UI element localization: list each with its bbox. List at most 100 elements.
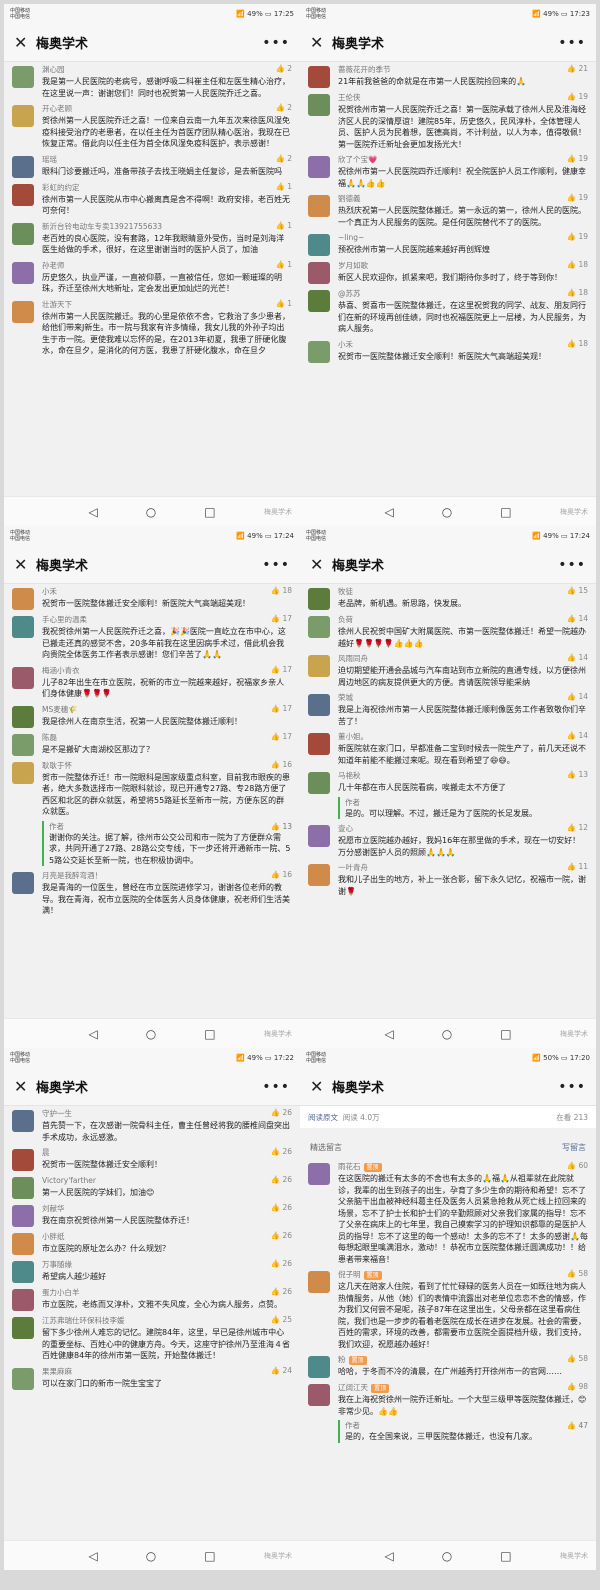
like-button[interactable]: 👍 19 — [567, 92, 588, 101]
avatar[interactable] — [12, 705, 34, 728]
avatar[interactable] — [308, 825, 330, 847]
like-button[interactable]: 👍 24 — [271, 1366, 292, 1375]
more-icon[interactable]: ••• — [558, 35, 586, 51]
avatar[interactable] — [308, 262, 330, 284]
avatar[interactable] — [308, 1356, 330, 1378]
more-icon[interactable]: ••• — [262, 35, 290, 51]
avatar[interactable] — [308, 694, 330, 716]
like-button[interactable]: 👍 17 — [271, 704, 292, 713]
avatar[interactable] — [12, 300, 34, 323]
like-button[interactable]: 👍 18 — [567, 288, 588, 297]
like-button[interactable]: 👍 26 — [271, 1231, 292, 1240]
like-button[interactable]: 👍 26 — [271, 1203, 292, 1212]
home-nav-icon[interactable]: ○ — [146, 1549, 156, 1563]
avatar[interactable] — [308, 733, 330, 755]
home-nav-icon[interactable]: ○ — [146, 505, 156, 519]
back-nav-icon[interactable]: ◁ — [384, 505, 393, 519]
like-button[interactable]: 👍 2 — [275, 103, 292, 112]
avatar[interactable] — [12, 761, 34, 784]
avatar[interactable] — [308, 94, 330, 116]
avatar[interactable] — [308, 234, 330, 256]
home-nav-icon[interactable]: ○ — [442, 1549, 452, 1563]
like-button[interactable]: 👍 26 — [271, 1175, 292, 1184]
avatar[interactable] — [308, 864, 330, 886]
avatar[interactable] — [308, 616, 330, 638]
more-icon[interactable]: ••• — [558, 557, 586, 573]
avatar[interactable] — [12, 261, 34, 284]
like-button[interactable]: 👍 17 — [271, 665, 292, 674]
avatar[interactable] — [308, 156, 330, 178]
close-icon[interactable]: ✕ — [310, 1077, 332, 1096]
like-button[interactable]: 👍 16 — [271, 870, 292, 879]
watching-count[interactable]: 在看 213 — [556, 1112, 588, 1123]
avatar[interactable] — [12, 1110, 34, 1132]
avatar[interactable] — [12, 1205, 34, 1227]
close-icon[interactable]: ✕ — [14, 33, 36, 52]
avatar[interactable] — [308, 66, 330, 88]
like-button[interactable]: 👍 1 — [275, 260, 292, 269]
avatar[interactable] — [308, 1163, 330, 1185]
avatar[interactable] — [12, 1177, 34, 1199]
avatar[interactable] — [12, 1289, 34, 1311]
like-button[interactable]: 👍 18 — [271, 586, 292, 595]
like-button[interactable]: 👍 2 — [275, 64, 292, 73]
avatar[interactable] — [12, 588, 34, 610]
back-nav-icon[interactable]: ◁ — [384, 1027, 393, 1041]
home-nav-icon[interactable]: ○ — [146, 1027, 156, 1041]
home-nav-icon[interactable]: ○ — [442, 1027, 452, 1041]
like-button[interactable]: 👍 1 — [275, 182, 292, 191]
like-button[interactable]: 👍 26 — [271, 1287, 292, 1296]
avatar[interactable] — [12, 733, 34, 756]
like-button[interactable]: 👍 1 — [275, 299, 292, 308]
like-button[interactable]: 👍 26 — [271, 1108, 292, 1117]
like-button[interactable]: 👍 2 — [275, 154, 292, 163]
close-icon[interactable]: ✕ — [310, 555, 332, 574]
avatar[interactable] — [308, 772, 330, 794]
more-icon[interactable]: ••• — [262, 557, 290, 573]
avatar[interactable] — [12, 1261, 34, 1283]
like-button[interactable]: 👍 19 — [567, 193, 588, 202]
close-icon[interactable]: ✕ — [14, 1077, 36, 1096]
like-button[interactable]: 👍 13 — [567, 770, 588, 779]
read-original-link[interactable]: 阅读原文 — [308, 1113, 338, 1122]
close-icon[interactable]: ✕ — [310, 33, 332, 52]
close-icon[interactable]: ✕ — [14, 555, 36, 574]
like-button[interactable]: 👍 26 — [271, 1259, 292, 1268]
avatar[interactable] — [12, 155, 34, 178]
avatar[interactable] — [12, 1149, 34, 1171]
like-button[interactable]: 👍 12 — [567, 823, 588, 832]
like-button[interactable]: 👍 25 — [271, 1315, 292, 1324]
avatar[interactable] — [12, 183, 34, 206]
like-button[interactable]: 👍 58 — [567, 1354, 588, 1363]
like-button[interactable]: 👍 26 — [271, 1147, 292, 1156]
write-comment-button[interactable]: 写留言 — [562, 1142, 586, 1153]
like-button[interactable]: 👍 1 — [275, 221, 292, 230]
like-button[interactable]: 👍 98 — [567, 1382, 588, 1391]
back-nav-icon[interactable]: ◁ — [88, 505, 97, 519]
back-nav-icon[interactable]: ◁ — [88, 1027, 97, 1041]
avatar[interactable] — [308, 1271, 330, 1293]
avatar[interactable] — [308, 195, 330, 217]
recent-nav-icon[interactable]: □ — [204, 1027, 215, 1041]
like-button[interactable]: 👍 14 — [567, 614, 588, 623]
recent-nav-icon[interactable]: □ — [500, 505, 511, 519]
like-button[interactable]: 👍 58 — [567, 1269, 588, 1278]
like-button[interactable]: 👍 17 — [271, 614, 292, 623]
recent-nav-icon[interactable]: □ — [500, 1027, 511, 1041]
like-button[interactable]: 👍 11 — [567, 862, 588, 871]
like-button[interactable]: 👍 21 — [567, 64, 588, 73]
like-button[interactable]: 👍 14 — [567, 731, 588, 740]
like-button[interactable]: 👍 17 — [271, 732, 292, 741]
recent-nav-icon[interactable]: □ — [204, 1549, 215, 1563]
home-nav-icon[interactable]: ○ — [442, 505, 452, 519]
avatar[interactable] — [12, 105, 34, 127]
avatar[interactable] — [12, 1317, 34, 1339]
avatar[interactable] — [308, 290, 330, 312]
like-button[interactable]: 👍 19 — [567, 154, 588, 163]
back-nav-icon[interactable]: ◁ — [88, 1549, 97, 1563]
avatar[interactable] — [308, 588, 330, 610]
like-button[interactable]: 👍 14 — [567, 653, 588, 662]
avatar[interactable] — [308, 1384, 330, 1406]
more-icon[interactable]: ••• — [558, 1079, 586, 1095]
avatar[interactable] — [12, 666, 34, 689]
